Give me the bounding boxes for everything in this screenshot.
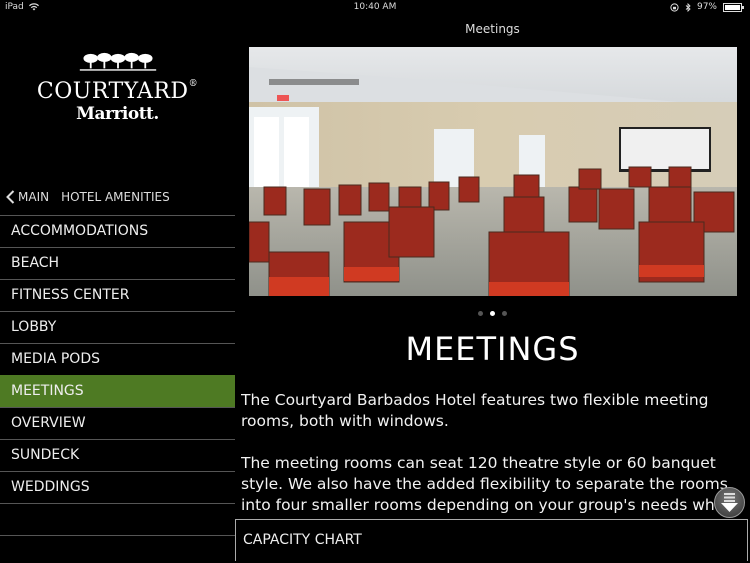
back-label: MAIN: [18, 190, 50, 204]
capacity-chart-button[interactable]: CAPACITY CHART: [235, 519, 748, 561]
orientation-lock-icon: [670, 2, 679, 12]
sidebar: COURTYARD® Marriott. MAIN HOTEL AMENITIE…: [0, 40, 235, 563]
scroll-down-button[interactable]: [714, 487, 745, 518]
battery-fill: [725, 4, 740, 10]
menu-item-empty: [0, 503, 235, 536]
page-dot[interactable]: [478, 311, 483, 316]
amenities-menu: ACCOMMODATIONS BEACH FITNESS CENTER LOBB…: [0, 215, 235, 536]
page-heading: MEETINGS: [405, 330, 580, 368]
logo-sub: Marriott.: [76, 104, 159, 124]
gallery-photo[interactable]: [249, 47, 737, 296]
chevron-left-icon: [6, 190, 15, 204]
menu-item-sundeck[interactable]: SUNDECK: [0, 439, 235, 471]
breadcrumb-current: HOTEL AMENITIES: [61, 190, 170, 204]
bluetooth-icon: [685, 2, 691, 12]
breadcrumb: MAIN HOTEL AMENITIES: [6, 190, 170, 204]
menu-item-beach[interactable]: BEACH: [0, 247, 235, 279]
clock: 10:40 AM: [353, 2, 397, 12]
menu-item-meetings[interactable]: MEETINGS: [0, 375, 235, 407]
logo-brand: COURTYARD®: [0, 79, 235, 104]
description-text[interactable]: The Courtyard Barbados Hotel features tw…: [241, 390, 741, 519]
menu-item-weddings[interactable]: WEDDINGS: [0, 471, 235, 503]
meeting-room-image: [249, 47, 737, 296]
page-dot-active[interactable]: [490, 311, 495, 316]
arrow-down-icon: [721, 493, 738, 512]
page-dot[interactable]: [502, 311, 507, 316]
logo-brand-text: COURTYARD: [36, 79, 189, 104]
menu-item-overview[interactable]: OVERVIEW: [0, 407, 235, 439]
page-indicator[interactable]: [235, 311, 750, 316]
back-button[interactable]: MAIN: [6, 190, 49, 204]
nav-title: Meetings: [465, 22, 520, 36]
menu-item-lobby[interactable]: LOBBY: [0, 311, 235, 343]
courtyard-marriott-logo: COURTYARD® Marriott.: [0, 52, 235, 124]
menu-item-accommodations[interactable]: ACCOMMODATIONS: [0, 215, 235, 247]
status-bar: iPad 10:40 AM 97%: [0, 0, 750, 16]
battery-icon: [723, 2, 744, 12]
registered-mark: ®: [188, 79, 199, 89]
trees-logo-icon: [79, 52, 156, 71]
paragraph: The Courtyard Barbados Hotel features tw…: [241, 391, 709, 430]
paragraph: The meeting rooms can seat 120 theatre s…: [241, 454, 733, 514]
battery-percent: 97%: [696, 2, 717, 12]
menu-item-fitness-center[interactable]: FITNESS CENTER: [0, 279, 235, 311]
menu-item-media-pods[interactable]: MEDIA PODS: [0, 343, 235, 375]
